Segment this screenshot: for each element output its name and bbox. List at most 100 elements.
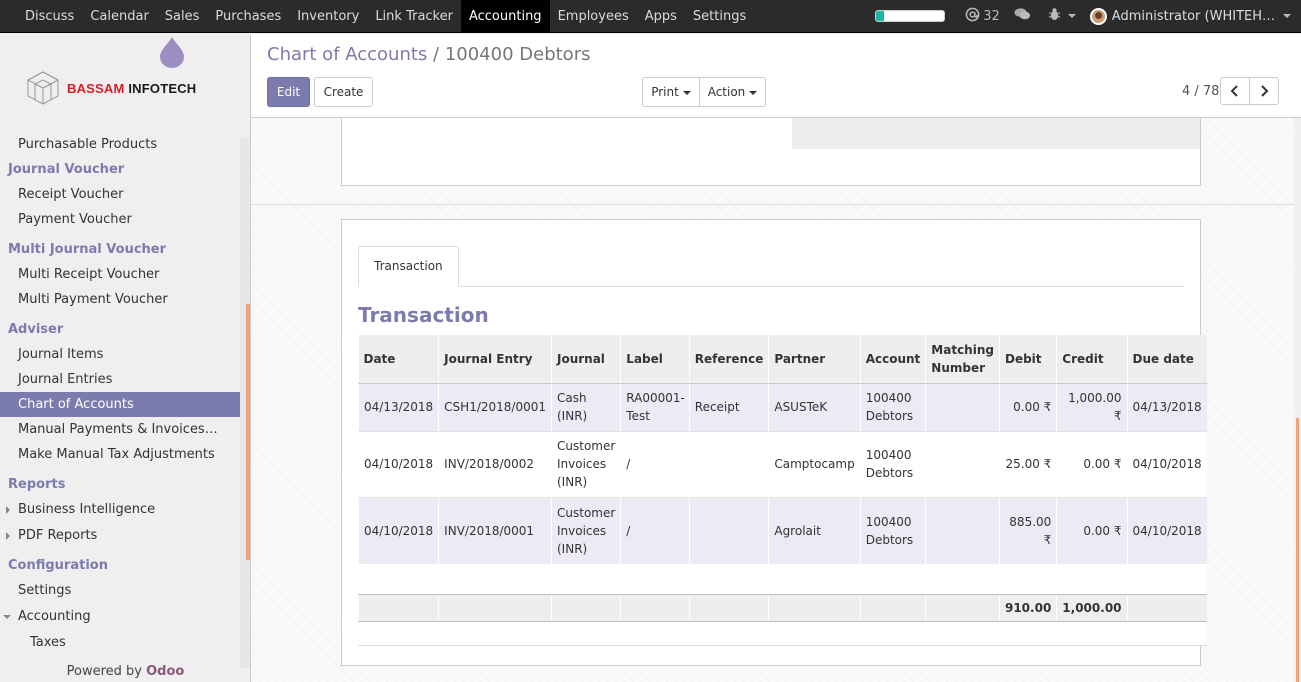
section-reports[interactable]: Reports — [0, 472, 240, 497]
menu-link-tracker[interactable]: Link Tracker — [367, 0, 461, 33]
cell-credit: 0.00 ₹ — [1056, 497, 1128, 564]
cell-journal: Customer Invoices (INR) — [550, 497, 621, 564]
col-label[interactable]: Label — [620, 335, 690, 384]
cell-partner: Agrolait — [768, 497, 861, 564]
sidebar-item-multi-payment-voucher[interactable]: Multi Payment Voucher — [0, 287, 240, 312]
company-logo[interactable]: BASSAM INFOTECH — [0, 34, 251, 134]
col-journal-entry[interactable]: Journal Entry — [438, 335, 552, 384]
table-row[interactable]: 04/10/2018 INV/2018/0001 Customer Invoic… — [357, 497, 1207, 564]
tab-transaction[interactable]: Transaction — [358, 246, 459, 287]
menu-discuss[interactable]: Discuss — [17, 0, 82, 33]
onboarding-progress-bar[interactable] — [875, 10, 946, 22]
section-journal-voucher[interactable]: Journal Voucher — [0, 157, 240, 182]
systray: 32 Administrator (WHITEH… — [875, 0, 1301, 32]
control-panel: Chart of Accounts / 100400 Debtors Edit … — [251, 34, 1301, 118]
mentions-button[interactable]: 32 — [965, 7, 1000, 26]
print-button[interactable]: Print — [642, 77, 700, 107]
odoo-link[interactable]: Odoo — [146, 664, 184, 679]
menu-employees[interactable]: Employees — [550, 0, 637, 33]
sidebar-item-taxes[interactable]: Taxes — [0, 630, 240, 655]
cell-due: 04/13/2018 — [1126, 383, 1207, 432]
sidebar-item-journal-entries[interactable]: Journal Entries — [0, 367, 240, 392]
pager-next-button[interactable] — [1249, 77, 1279, 105]
powered-by: Powered by Odoo — [66, 664, 185, 679]
col-partner[interactable]: Partner — [768, 335, 861, 384]
cell-matching — [925, 497, 1000, 564]
col-credit[interactable]: Credit — [1056, 335, 1128, 384]
sidebar-item-business-intelligence[interactable]: Business Intelligence — [0, 497, 240, 522]
readonly-field-block — [792, 118, 1200, 149]
sidebar-item-settings[interactable]: Settings — [0, 578, 240, 603]
sidebar-item-multi-receipt-voucher[interactable]: Multi Receipt Voucher — [0, 262, 240, 287]
sidebar-item-receipt-voucher[interactable]: Receipt Voucher — [0, 182, 240, 207]
col-date[interactable]: Date — [358, 335, 439, 384]
form-sheet-top — [341, 118, 1201, 186]
create-button[interactable]: Create — [314, 77, 373, 107]
sidebar: BASSAM INFOTECH Purchasable Products Jou… — [0, 34, 251, 682]
cell-partner: ASUSTeK — [768, 383, 861, 432]
messages-button[interactable] — [1014, 7, 1034, 25]
cell-matching — [925, 431, 1000, 498]
progress-fill — [876, 11, 885, 21]
cell-debit: 885.00 ₹ — [998, 497, 1057, 564]
top-navbar: Discuss Calendar Sales Purchases Invento… — [0, 0, 1301, 33]
cell-debit: 0.00 ₹ — [998, 383, 1057, 432]
content-scroll-thumb[interactable] — [1296, 418, 1299, 682]
col-account[interactable]: Account — [859, 335, 926, 384]
menu-settings[interactable]: Settings — [685, 0, 754, 33]
cell-reference — [688, 431, 769, 498]
sidebar-item-manual-payments[interactable]: Manual Payments & Invoices… — [0, 417, 240, 442]
menu-purchases[interactable]: Purchases — [207, 0, 289, 33]
table-row[interactable]: 04/13/2018 CSH1/2018/0001 Cash (INR) RA0… — [357, 383, 1207, 432]
sidebar-item-pdf-reports[interactable]: PDF Reports — [0, 523, 240, 548]
form-sheet-transactions: Transaction Transaction Date Journal Ent… — [341, 219, 1207, 666]
sidebar-item-purchasable-products[interactable]: Purchasable Products — [0, 132, 240, 157]
cell-account: 100400 Debtors — [859, 431, 926, 498]
section-multi-journal-voucher[interactable]: Multi Journal Voucher — [0, 237, 240, 262]
col-journal[interactable]: Journal — [550, 335, 621, 384]
breadcrumb-chart-of-accounts[interactable]: Chart of Accounts — [267, 44, 427, 65]
user-menu[interactable]: Administrator (WHITEH… — [1089, 7, 1291, 25]
action-button[interactable]: Action — [699, 77, 766, 107]
menu-inventory[interactable]: Inventory — [289, 0, 367, 33]
sidebar-item-accounting[interactable]: Accounting — [0, 604, 240, 629]
col-debit[interactable]: Debit — [998, 335, 1057, 384]
content-scrollbar[interactable] — [1294, 118, 1301, 682]
transactions-table: Date Journal Entry Journal Label Referen… — [357, 335, 1207, 646]
col-due-date[interactable]: Due date — [1126, 335, 1207, 384]
pager-value[interactable]: 4 / 78 — [1182, 84, 1219, 99]
edit-button[interactable]: Edit — [267, 77, 310, 107]
menu-accounting[interactable]: Accounting — [460, 0, 550, 33]
cell-account: 100400 Debtors — [859, 383, 926, 432]
col-reference[interactable]: Reference — [688, 335, 769, 384]
cell-reference — [688, 497, 769, 564]
sidebar-nav: Purchasable Products Journal Voucher Rec… — [0, 132, 240, 655]
table-row[interactable]: 04/10/2018 INV/2018/0002 Customer Invoic… — [357, 431, 1207, 498]
bug-icon — [1048, 7, 1064, 25]
sidebar-scroll-thumb[interactable] — [246, 304, 250, 560]
user-name: Administrator (WHITEH… — [1111, 8, 1275, 24]
caret-down-icon — [3, 615, 11, 619]
sidebar-item-journal-items[interactable]: Journal Items — [0, 342, 240, 367]
chevron-down-icon — [682, 90, 691, 95]
table-footer-row — [357, 621, 1207, 646]
chevron-right-icon — [1261, 85, 1269, 97]
debug-menu-button[interactable] — [1048, 7, 1076, 25]
sidebar-item-chart-of-accounts[interactable]: Chart of Accounts — [0, 392, 240, 417]
menu-calendar[interactable]: Calendar — [82, 0, 156, 33]
drop-icon — [160, 37, 184, 68]
pager-previous-button[interactable] — [1220, 77, 1250, 105]
section-adviser[interactable]: Adviser — [0, 317, 240, 342]
brand: BASSAM INFOTECH — [25, 70, 196, 106]
menu-apps[interactable]: Apps — [637, 0, 685, 33]
sidebar-item-payment-voucher[interactable]: Payment Voucher — [0, 207, 240, 232]
form-view: Transaction Transaction Date Journal Ent… — [251, 118, 1294, 682]
chevron-down-icon — [749, 90, 758, 95]
section-configuration[interactable]: Configuration — [0, 553, 240, 578]
col-matching-number[interactable]: Matching Number — [925, 335, 1000, 384]
total-credit: 1,000.00 — [1056, 594, 1128, 622]
menu-sales[interactable]: Sales — [157, 0, 208, 33]
cell-matching — [925, 383, 1000, 432]
sidebar-item-manual-tax[interactable]: Make Manual Tax Adjustments — [0, 442, 240, 467]
total-debit: 910.00 — [998, 594, 1057, 622]
